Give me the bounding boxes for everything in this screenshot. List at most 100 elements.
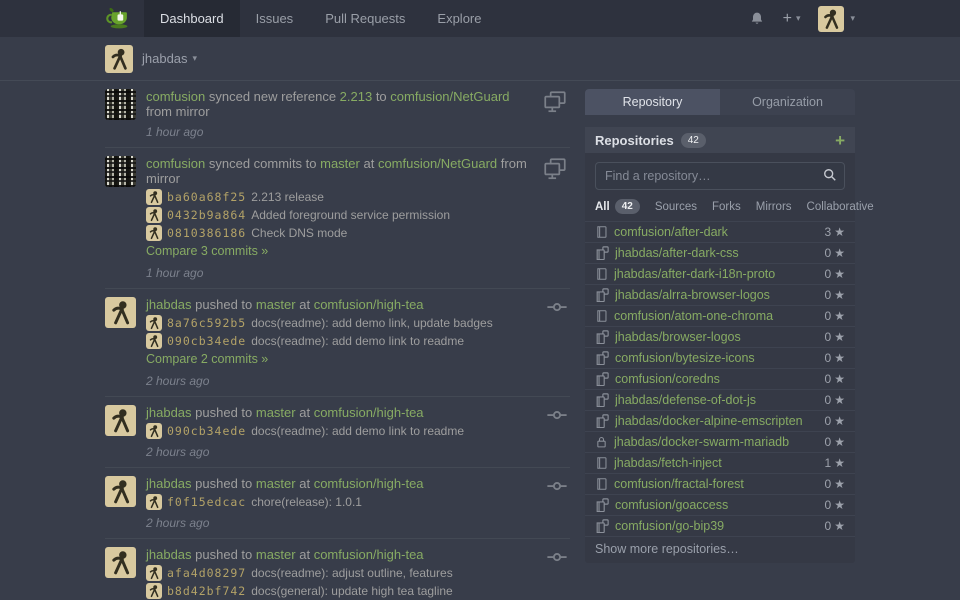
actor-avatar[interactable] [105, 547, 136, 578]
feed-link-jhabdas[interactable]: jhabdas [146, 547, 192, 562]
repo-name-link[interactable]: jhabdas/alrra-browser-logos [615, 288, 825, 302]
repo-list-item[interactable]: jhabdas/browser-logos0★ [585, 326, 855, 347]
filter-sources[interactable]: Sources [655, 201, 697, 213]
feed-link-comfusion[interactable]: comfusion [146, 156, 205, 171]
feed-link-comfusion-high-tea[interactable]: comfusion/high-tea [314, 547, 424, 562]
feed-link-jhabdas[interactable]: jhabdas [146, 297, 192, 312]
actor-avatar[interactable] [105, 297, 136, 328]
actor-avatar[interactable] [105, 156, 136, 187]
commit-sha-link[interactable]: f0f15edcac [167, 495, 246, 509]
repo-list-item[interactable]: jhabdas/fetch-inject1★ [585, 452, 855, 473]
context-user-avatar[interactable] [105, 45, 133, 73]
repo-list-item[interactable]: comfusion/after-dark3★ [585, 221, 855, 242]
repo-name-link[interactable]: comfusion/bytesize-icons [615, 351, 825, 365]
commit-sha-link[interactable]: 8a76c592b5 [167, 316, 246, 330]
filter-collaborative[interactable]: Collaborative [807, 201, 874, 213]
add-repository-button[interactable]: + [835, 132, 845, 149]
repo-star-count: 0★ [825, 414, 845, 428]
repo-list-item[interactable]: comfusion/go-bip390★ [585, 515, 855, 536]
feed-link-comfusion-high-tea[interactable]: comfusion/high-tea [314, 297, 424, 312]
feed-text: at [360, 156, 378, 171]
repo-name-link[interactable]: comfusion/atom-one-chroma [614, 309, 825, 323]
committer-avatar [146, 207, 162, 223]
feed-link-comfusion-high-tea[interactable]: comfusion/high-tea [314, 476, 424, 491]
repo-icon [595, 225, 608, 239]
feed-timestamp: 2 hours ago [146, 374, 532, 388]
commit-sha-link[interactable]: ba60a68f25 [167, 190, 246, 204]
repo-name-link[interactable]: jhabdas/after-dark-css [615, 246, 825, 260]
nav-item-pull-requests[interactable]: Pull Requests [309, 0, 421, 37]
commit-list: ba60a68f252.213 release0432b9a864Added f… [146, 189, 528, 241]
commit-message: docs(readme): add demo link to readme [251, 334, 464, 348]
feed-link-master[interactable]: master [256, 297, 296, 312]
tab-organization[interactable]: Organization [720, 89, 855, 115]
create-new-button[interactable]: + ▾ [783, 10, 801, 28]
repo-name-link[interactable]: comfusion/fractal-forest [614, 477, 825, 491]
repo-name-link[interactable]: jhabdas/fetch-inject [614, 456, 825, 470]
repo-list-item[interactable]: comfusion/atom-one-chroma0★ [585, 305, 855, 326]
repo-name-link[interactable]: comfusion/coredns [615, 372, 825, 386]
repo-list-item[interactable]: jhabdas/defense-of-dot-js0★ [585, 389, 855, 410]
repo-list-item[interactable]: jhabdas/docker-alpine-emscripten0★ [585, 410, 855, 431]
actor-avatar[interactable] [105, 405, 136, 436]
feed-link-master[interactable]: master [256, 547, 296, 562]
feed-link-jhabdas[interactable]: jhabdas [146, 476, 192, 491]
feed-link-master[interactable]: master [256, 405, 296, 420]
commit-row: 0432b9a864Added foreground service permi… [146, 207, 528, 223]
feed-link-comfusion-netguard[interactable]: comfusion/NetGuard [390, 89, 509, 104]
repo-search-input[interactable] [595, 162, 845, 190]
repo-star-count: 1★ [825, 456, 845, 470]
commit-event-icon [544, 547, 570, 600]
commit-sha-link[interactable]: afa4d08297 [167, 566, 246, 580]
filter-mirrors[interactable]: Mirrors [756, 201, 792, 213]
feed-link-jhabdas[interactable]: jhabdas [146, 405, 192, 420]
repo-name-link[interactable]: jhabdas/docker-alpine-emscripten [615, 414, 825, 428]
commit-sha-link[interactable]: 0810386186 [167, 226, 246, 240]
repo-list-item[interactable]: jhabdas/alrra-browser-logos0★ [585, 284, 855, 305]
commit-sha-link[interactable]: 090cb34ede [167, 424, 246, 438]
feed-link-master[interactable]: master [256, 476, 296, 491]
repo-name-link[interactable]: comfusion/after-dark [614, 225, 825, 239]
nav-item-explore[interactable]: Explore [421, 0, 497, 37]
show-more-repositories-link[interactable]: Show more repositories… [585, 536, 855, 563]
compare-commits-link[interactable]: Compare 2 commits » [146, 352, 268, 366]
search-icon[interactable] [823, 168, 837, 187]
repositories-panel: Repositories 42 + All42SourcesForksMirro… [585, 127, 855, 563]
repo-list-item[interactable]: jhabdas/after-dark-i18n-proto0★ [585, 263, 855, 284]
repo-name-link[interactable]: jhabdas/browser-logos [615, 330, 825, 344]
repo-name-link[interactable]: jhabdas/defense-of-dot-js [615, 393, 825, 407]
repo-list-item[interactable]: comfusion/goaccess0★ [585, 494, 855, 515]
context-user-switcher[interactable]: jhabdas ▾ [142, 51, 197, 66]
tab-repository[interactable]: Repository [585, 89, 720, 115]
repo-name-link[interactable]: jhabdas/after-dark-i18n-proto [614, 267, 825, 281]
plus-icon: + [783, 10, 792, 28]
repo-name-link[interactable]: comfusion/go-bip39 [615, 519, 825, 533]
feed-link-2-213[interactable]: 2.213 [340, 89, 373, 104]
feed-text: at [296, 297, 314, 312]
actor-avatar[interactable] [105, 476, 136, 507]
repo-name-link[interactable]: comfusion/goaccess [615, 498, 825, 512]
gitea-logo-icon[interactable] [105, 0, 144, 37]
feed-link-comfusion-high-tea[interactable]: comfusion/high-tea [314, 405, 424, 420]
filter-all[interactable]: All42 [595, 199, 640, 214]
repo-list-item[interactable]: comfusion/coredns0★ [585, 368, 855, 389]
feed-link-master[interactable]: master [320, 156, 360, 171]
notifications-bell-icon[interactable] [749, 11, 765, 27]
feed-item-body: jhabdas pushed to master at comfusion/hi… [146, 297, 532, 388]
compare-commits-link[interactable]: Compare 3 commits » [146, 244, 268, 258]
repo-list-item[interactable]: comfusion/bytesize-icons0★ [585, 347, 855, 368]
nav-item-issues[interactable]: Issues [240, 0, 310, 37]
repo-name-link[interactable]: jhabdas/docker-swarm-mariadb [614, 435, 825, 449]
repo-list-item[interactable]: jhabdas/after-dark-css0★ [585, 242, 855, 263]
actor-avatar[interactable] [105, 89, 136, 120]
commit-sha-link[interactable]: 090cb34ede [167, 334, 246, 348]
repo-list-item[interactable]: jhabdas/docker-swarm-mariadb0★ [585, 431, 855, 452]
commit-sha-link[interactable]: b8d42bf742 [167, 584, 246, 598]
commit-sha-link[interactable]: 0432b9a864 [167, 208, 246, 222]
feed-link-comfusion[interactable]: comfusion [146, 89, 205, 104]
nav-item-dashboard[interactable]: Dashboard [144, 0, 240, 37]
repo-list-item[interactable]: comfusion/fractal-forest0★ [585, 473, 855, 494]
feed-link-comfusion-netguard[interactable]: comfusion/NetGuard [378, 156, 497, 171]
user-menu-button[interactable]: ▾ [818, 6, 855, 32]
filter-forks[interactable]: Forks [712, 201, 741, 213]
